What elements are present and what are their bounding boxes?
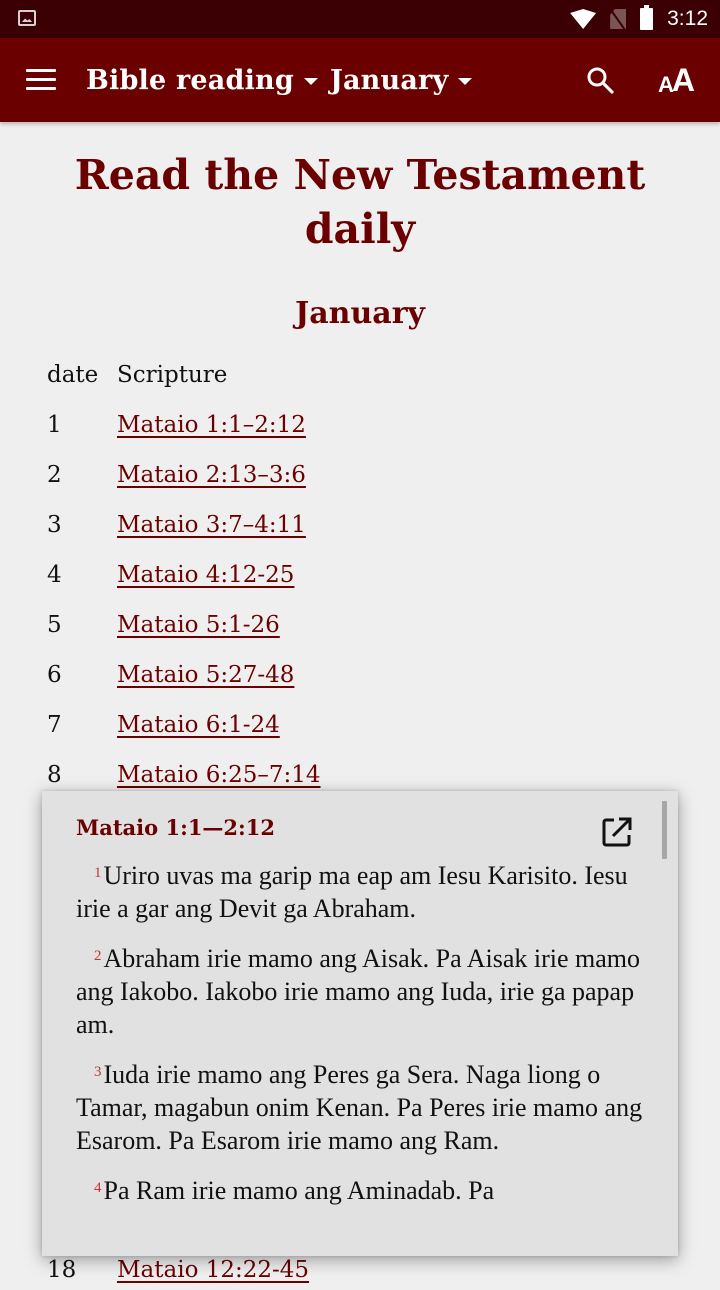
scripture-preview-popup[interactable]: Mataio 1:1—2:12 1Uriro uvas ma garip ma … [42, 791, 678, 1256]
table-row: 1 Mataio 1:1–2:12 [47, 400, 667, 450]
table-row: 4 Mataio 4:12-25 [47, 550, 667, 600]
verse: 3Iuda irie mamo ang Peres ga Sera. Naga … [76, 1058, 646, 1157]
scripture-link[interactable]: Mataio 4:12-25 [117, 562, 294, 588]
caret-down-icon [458, 77, 473, 85]
table-row: 6 Mataio 5:27-48 [47, 650, 667, 700]
status-time: 3:12 [667, 7, 708, 30]
popup-title: Mataio 1:1—2:12 [76, 815, 276, 840]
verse: 2Abraham irie mamo ang Aisak. Pa Aisak i… [76, 942, 646, 1041]
book-selector-dropdown[interactable]: Bible reading [86, 60, 318, 100]
table-row: 18 Mataio 12:22-45 [47, 1250, 309, 1290]
scripture-link[interactable]: Mataio 5:1-26 [117, 612, 280, 638]
verse: 1Uriro uvas ma garip ma eap am Iesu Kari… [76, 859, 646, 925]
verse-number: 2 [94, 948, 102, 964]
row-date: 4 [47, 562, 62, 588]
scripture-link[interactable]: Mataio 5:27-48 [117, 662, 294, 688]
wifi-icon [570, 9, 597, 29]
table-header: date Scripture [47, 350, 667, 400]
popup-scrollbar[interactable] [662, 801, 667, 859]
verse: 4Pa Ram irie mamo ang Aminadab. Pa [76, 1174, 646, 1207]
verse-number: 4 [94, 1180, 102, 1196]
table-row: 3 Mataio 3:7–4:11 [47, 500, 667, 550]
row-date: 1 [47, 412, 62, 438]
row-date: 7 [47, 712, 62, 738]
scripture-link[interactable]: Mataio 6:25–7:14 [117, 762, 321, 788]
scripture-link[interactable]: Mataio 2:13–3:6 [117, 462, 306, 488]
verse-number: 1 [94, 865, 102, 881]
month-selector-label: January [330, 64, 449, 96]
verse-text: Pa Ram irie mamo ang Aminadab. Pa [103, 1176, 495, 1205]
row-date: 3 [47, 512, 62, 538]
caret-down-icon [303, 77, 318, 85]
hamburger-menu-icon[interactable] [26, 69, 56, 91]
scripture-column-header: Scripture [117, 362, 228, 388]
scripture-link[interactable]: Mataio 12:22-45 [117, 1257, 309, 1283]
verse-text: Iuda irie mamo ang Peres ga Sera. Naga l… [76, 1060, 643, 1155]
verse-text: Uriro uvas ma garip ma eap am Iesu Karis… [76, 861, 628, 923]
open-in-new-icon[interactable] [600, 815, 634, 849]
verse-number: 3 [94, 1064, 102, 1080]
status-indicators: 3:12 [570, 0, 708, 38]
page-title: Read the New Testament daily [74, 151, 646, 253]
reading-table: date Scripture 1 Mataio 1:1–2:12 2 Matai… [47, 350, 667, 800]
table-row: 5 Mataio 5:1-26 [47, 600, 667, 650]
row-date: 8 [47, 762, 62, 788]
table-row: 7 Mataio 6:1-24 [47, 700, 667, 750]
table-row: 2 Mataio 2:13–3:6 [47, 450, 667, 500]
scripture-link[interactable]: Mataio 6:1-24 [117, 712, 280, 738]
row-date: 18 [47, 1257, 77, 1283]
scripture-link[interactable]: Mataio 3:7–4:11 [117, 512, 306, 538]
month-heading: January [295, 296, 425, 331]
text-size-icon[interactable]: A A [658, 60, 695, 100]
popup-verses: 1Uriro uvas ma garip ma eap am Iesu Kari… [76, 859, 646, 1224]
battery-icon [640, 5, 654, 30]
no-sim-icon [610, 9, 627, 29]
status-bar: 3:12 [0, 0, 720, 38]
book-selector-label: Bible reading [86, 64, 294, 96]
month-selector-dropdown[interactable]: January [330, 60, 473, 100]
scripture-link[interactable]: Mataio 1:1–2:12 [117, 412, 306, 438]
row-date: 6 [47, 662, 62, 688]
image-notification-icon [18, 10, 36, 26]
app-bar: Bible reading January A A [0, 38, 720, 122]
row-date: 5 [47, 612, 62, 638]
verse-text: Abraham irie mamo ang Aisak. Pa Aisak ir… [76, 944, 640, 1039]
row-date: 2 [47, 462, 62, 488]
date-column-header: date [47, 362, 99, 388]
search-icon[interactable] [586, 66, 614, 94]
